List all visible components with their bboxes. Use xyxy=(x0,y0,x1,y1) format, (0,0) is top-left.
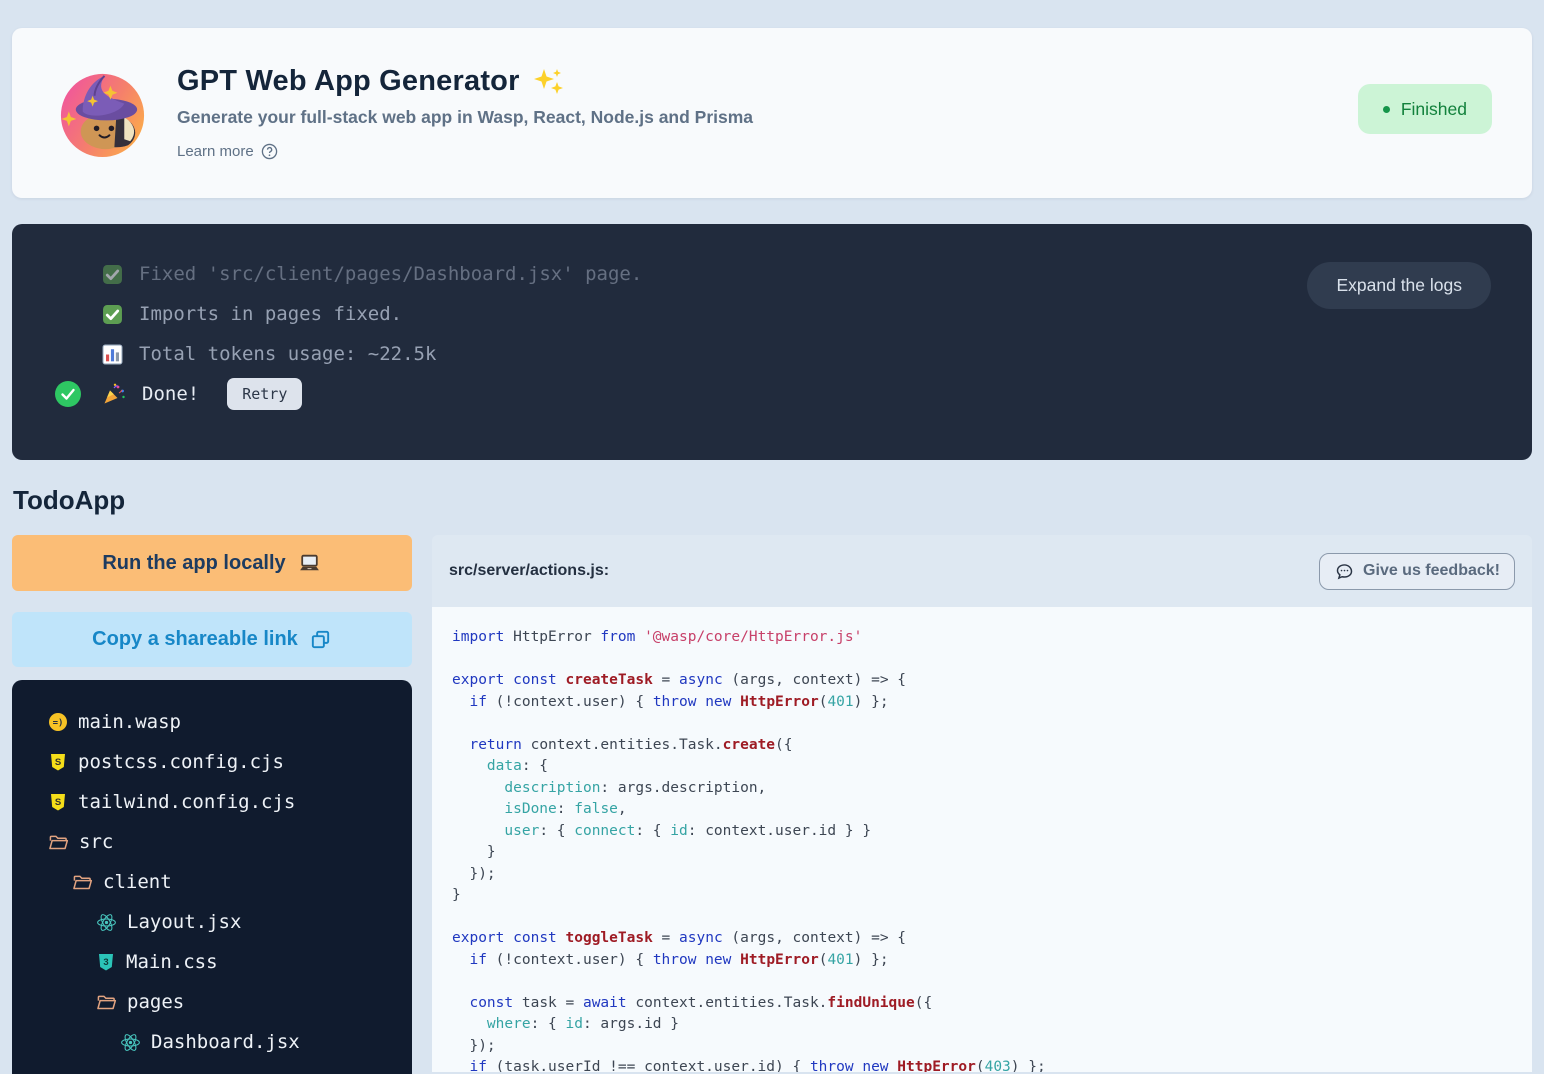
folder-icon xyxy=(72,873,93,892)
js-file-icon: S xyxy=(48,752,68,772)
learn-more-link[interactable]: Learn more xyxy=(177,143,278,160)
log-panel: Fixed 'src/client/pages/Dashboard.jsx' p… xyxy=(12,224,1532,460)
file-tree-item[interactable]: pages xyxy=(12,982,412,1022)
party-popper-icon xyxy=(102,382,126,406)
react-file-icon xyxy=(96,912,117,933)
done-text: Done! xyxy=(142,383,199,405)
file-tree-item-label: Main.css xyxy=(126,951,218,973)
code-panel-header: src/server/actions.js: Give us feedback! xyxy=(432,535,1532,607)
bar-chart-icon xyxy=(102,344,123,365)
sidebar: Run the app locally Copy a shareable lin… xyxy=(12,535,412,1074)
run-app-button[interactable]: Run the app locally xyxy=(12,535,412,591)
file-tree-item-label: postcss.config.cjs xyxy=(78,751,284,773)
wasp-file-icon: =) xyxy=(48,712,68,732)
svg-text:=): =) xyxy=(53,719,64,729)
sparkles-icon xyxy=(532,67,566,97)
copy-link-button[interactable]: Copy a shareable link xyxy=(12,612,412,667)
log-lines: Fixed 'src/client/pages/Dashboard.jsx' p… xyxy=(12,254,1532,374)
question-circle-icon xyxy=(261,143,278,160)
retry-button[interactable]: Retry xyxy=(227,378,302,410)
wasp-mage-logo xyxy=(55,66,150,161)
folder-icon xyxy=(96,993,117,1012)
workspace: Run the app locally Copy a shareable lin… xyxy=(12,535,1532,1074)
status-dot-icon xyxy=(1383,106,1390,113)
check-emoji-icon xyxy=(102,264,123,285)
status-badge-label: Finished xyxy=(1401,99,1467,120)
svg-text:S: S xyxy=(55,757,61,768)
file-tree-item-label: src xyxy=(79,831,113,853)
file-tree-item[interactable]: 3 Main.css xyxy=(12,942,412,982)
copy-link-label: Copy a shareable link xyxy=(92,628,298,651)
file-tree-item-label: main.wasp xyxy=(78,711,181,733)
check-emoji-icon xyxy=(102,304,123,325)
code-panel: src/server/actions.js: Give us feedback!… xyxy=(432,535,1532,1072)
learn-more-label: Learn more xyxy=(177,143,254,160)
svg-text:S: S xyxy=(55,797,61,808)
header-card: GPT Web App Generator Generate your full… xyxy=(12,28,1532,198)
speech-bubble-icon xyxy=(1334,561,1355,582)
log-line-text: Imports in pages fixed. xyxy=(139,303,402,325)
css-file-icon: 3 xyxy=(96,952,116,972)
file-tree-item[interactable]: src xyxy=(12,822,412,862)
log-line: Total tokens usage: ~22.5k xyxy=(12,334,1532,374)
js-file-icon: S xyxy=(48,792,68,812)
code-body: import HttpError from '@wasp/core/HttpEr… xyxy=(432,607,1532,1072)
file-tree-item[interactable]: Stailwind.config.cjs xyxy=(12,782,412,822)
status-badge: Finished xyxy=(1358,84,1492,134)
log-line-text: Fixed 'src/client/pages/Dashboard.jsx' p… xyxy=(139,263,642,285)
file-tree-item[interactable]: Spostcss.config.cjs xyxy=(12,742,412,782)
laptop-icon xyxy=(297,551,322,576)
file-tree-item[interactable]: Dashboard.jsx xyxy=(12,1022,412,1062)
header-text-block: GPT Web App Generator Generate your full… xyxy=(177,65,753,161)
file-tree-item-label: Layout.jsx xyxy=(127,911,241,933)
page-title-text: GPT Web App Generator xyxy=(177,65,520,98)
green-check-circle-icon xyxy=(54,380,82,408)
expand-logs-button[interactable]: Expand the logs xyxy=(1307,262,1491,309)
file-tree-item[interactable]: Login.jsx xyxy=(12,1062,412,1074)
copy-icon xyxy=(309,628,332,651)
page-title: GPT Web App Generator xyxy=(177,65,753,98)
file-tree-item[interactable]: Layout.jsx xyxy=(12,902,412,942)
svg-text:3: 3 xyxy=(103,957,108,968)
file-tree-item[interactable]: client xyxy=(12,862,412,902)
log-line-text: Total tokens usage: ~22.5k xyxy=(139,343,436,365)
feedback-label: Give us feedback! xyxy=(1363,562,1500,580)
file-tree-item-label: tailwind.config.cjs xyxy=(78,791,295,813)
code-block: import HttpError from '@wasp/core/HttpEr… xyxy=(432,607,1532,1072)
folder-icon xyxy=(48,833,69,852)
react-file-icon xyxy=(120,1032,141,1053)
file-tree-item-label: Dashboard.jsx xyxy=(151,1031,300,1053)
file-tree: =)main.waspSpostcss.config.cjsStailwind.… xyxy=(12,680,412,1074)
done-line: Done! Retry xyxy=(12,374,1532,414)
run-app-label: Run the app locally xyxy=(102,552,285,575)
code-filename: src/server/actions.js: xyxy=(449,562,609,580)
log-line: Imports in pages fixed. xyxy=(12,294,1532,334)
log-line: Fixed 'src/client/pages/Dashboard.jsx' p… xyxy=(12,254,1532,294)
feedback-button[interactable]: Give us feedback! xyxy=(1319,553,1515,590)
file-tree-item-label: pages xyxy=(127,991,184,1013)
project-title: TodoApp xyxy=(13,485,1532,516)
file-tree-item-label: client xyxy=(103,871,172,893)
page-subtitle: Generate your full-stack web app in Wasp… xyxy=(177,107,753,128)
file-tree-item[interactable]: =) main.wasp xyxy=(12,702,412,742)
page: GPT Web App Generator Generate your full… xyxy=(0,0,1544,1074)
